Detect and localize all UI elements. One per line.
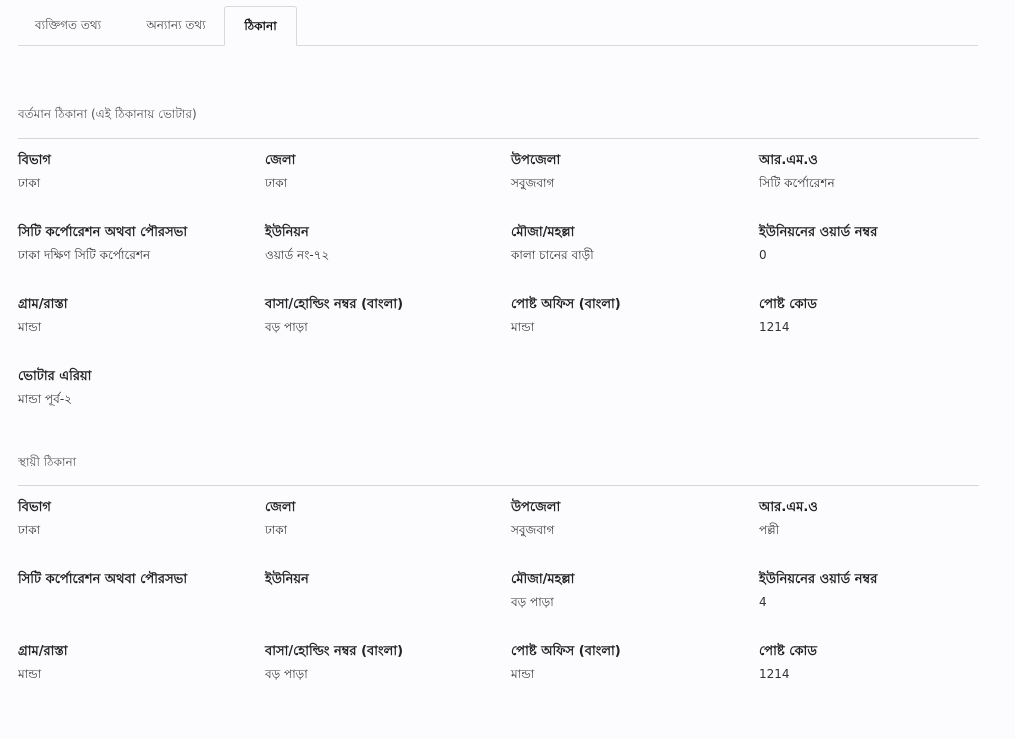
field-label: মৌজা/মহল্লা: [511, 572, 575, 587]
field-value: সবুজবাগ: [511, 176, 555, 190]
field-value: বড় পাড়া: [511, 595, 554, 609]
permanent-holding-field: বাসা/হোল্ডিং নম্বর (বাংলা) বড় পাড়া: [265, 644, 500, 682]
field-value: সিটি কর্পোরেশন: [759, 176, 835, 190]
permanent-division-field: বিভাগ ঢাকা: [18, 500, 253, 538]
field-value: ঢাকা: [18, 176, 41, 190]
field-value: ঢাকা: [265, 523, 288, 537]
field-label: বিভাগ: [18, 500, 51, 515]
permanent-village-field: গ্রাম/রাস্তা মান্ডা: [18, 644, 253, 682]
field-value: পল্লী: [759, 523, 780, 537]
tab-other-info[interactable]: অন্যান্য তথ্য: [126, 6, 226, 45]
present-upazila-field: উপজেলা সবুজবাগ: [511, 153, 746, 191]
field-label: গ্রাম/রাস্তা: [18, 297, 68, 312]
field-label: গ্রাম/রাস্তা: [18, 644, 68, 659]
field-label: আর.এম.ও: [759, 153, 818, 168]
present-rmo-field: আর.এম.ও সিটি কর্পোরেশন: [759, 153, 994, 191]
permanent-mouza-field: মৌজা/মহল্লা বড় পাড়া: [511, 572, 746, 610]
field-value: মান্ডা: [18, 320, 42, 334]
present-post-code-field: পোষ্ট কোড 1214: [759, 297, 994, 335]
tab-personal-info[interactable]: ব্যক্তিগত তথ্য: [18, 6, 118, 45]
field-label: উপজেলা: [511, 500, 561, 515]
present-mouza-field: মৌজা/মহল্লা কালা চানের বাড়ী: [511, 225, 746, 263]
field-value: মান্ডা: [18, 667, 42, 681]
field-value: 0: [759, 248, 767, 262]
field-value: বড় পাড়া: [265, 667, 308, 681]
field-value: [18, 594, 253, 610]
present-address-title: বর্তমান ঠিকানা (এই ঠিকানায় ভোটার): [18, 107, 197, 121]
field-label: পোষ্ট কোড: [759, 644, 817, 659]
present-city-corp-field: সিটি কর্পোরেশন অথবা পৌরসভা ঢাকা দক্ষিণ স…: [18, 225, 253, 263]
field-label: জেলা: [265, 500, 296, 515]
permanent-address-title: স্থায়ী ঠিকানা: [18, 455, 77, 469]
permanent-rmo-field: আর.এম.ও পল্লী: [759, 500, 994, 538]
present-holding-field: বাসা/হোল্ডিং নম্বর (বাংলা) বড় পাড়া: [265, 297, 500, 335]
present-post-office-field: পোষ্ট অফিস (বাংলা) মান্ডা: [511, 297, 746, 335]
field-value: মান্ডা: [511, 320, 535, 334]
field-value: ওয়ার্ড নং-৭২: [265, 248, 330, 262]
field-label: বাসা/হোল্ডিং নম্বর (বাংলা): [265, 297, 404, 312]
present-union-field: ইউনিয়ন ওয়ার্ড নং-৭২: [265, 225, 500, 263]
present-ward-field: ইউনিয়নের ওয়ার্ড নম্বর 0: [759, 225, 994, 263]
tab-bar: ব্যক্তিগত তথ্য অন্যান্য তথ্য ঠিকানা: [18, 6, 978, 46]
field-label: বাসা/হোল্ডিং নম্বর (বাংলা): [265, 644, 404, 659]
field-value: [265, 594, 500, 610]
field-label: বিভাগ: [18, 153, 51, 168]
field-value: ঢাকা: [265, 176, 288, 190]
field-value: 1214: [759, 667, 790, 681]
permanent-address-divider: [18, 485, 979, 486]
field-label: আর.এম.ও: [759, 500, 818, 515]
field-value: সবুজবাগ: [511, 523, 555, 537]
field-label: পোষ্ট কোড: [759, 297, 817, 312]
field-value: 4: [759, 595, 767, 609]
permanent-district-field: জেলা ঢাকা: [265, 500, 500, 538]
present-voter-area-field: ভোটার এরিয়া মান্ডা পূর্ব-২: [18, 369, 253, 407]
field-value: ঢাকা: [18, 523, 41, 537]
field-label: সিটি কর্পোরেশন অথবা পৌরসভা: [18, 572, 188, 587]
field-value: 1214: [759, 320, 790, 334]
field-value: বড় পাড়া: [265, 320, 308, 334]
field-label: পোষ্ট অফিস (বাংলা): [511, 297, 621, 312]
field-value: ঢাকা দক্ষিণ সিটি কর্পোরেশন: [18, 248, 151, 262]
permanent-city-corp-field: সিটি কর্পোরেশন অথবা পৌরসভা: [18, 572, 253, 610]
permanent-post-code-field: পোষ্ট কোড 1214: [759, 644, 994, 682]
permanent-union-field: ইউনিয়ন: [265, 572, 500, 610]
field-label: মৌজা/মহল্লা: [511, 225, 575, 240]
field-value: কালা চানের বাড়ী: [511, 248, 594, 262]
field-label: উপজেলা: [511, 153, 561, 168]
field-label: ইউনিয়নের ওয়ার্ড নম্বর: [759, 225, 878, 240]
permanent-ward-field: ইউনিয়নের ওয়ার্ড নম্বর 4: [759, 572, 994, 610]
field-value: মান্ডা পূর্ব-২: [18, 392, 72, 406]
field-label: ইউনিয়ন: [265, 225, 309, 240]
present-division-field: বিভাগ ঢাকা: [18, 153, 253, 191]
present-district-field: জেলা ঢাকা: [265, 153, 500, 191]
permanent-upazila-field: উপজেলা সবুজবাগ: [511, 500, 746, 538]
field-value: মান্ডা: [511, 667, 535, 681]
tab-address[interactable]: ঠিকানা: [224, 6, 297, 46]
permanent-post-office-field: পোষ্ট অফিস (বাংলা) মান্ডা: [511, 644, 746, 682]
field-label: পোষ্ট অফিস (বাংলা): [511, 644, 621, 659]
field-label: ইউনিয়ন: [265, 572, 309, 587]
field-label: ভোটার এরিয়া: [18, 369, 92, 384]
present-village-field: গ্রাম/রাস্তা মান্ডা: [18, 297, 253, 335]
field-label: জেলা: [265, 153, 296, 168]
field-label: সিটি কর্পোরেশন অথবা পৌরসভা: [18, 225, 188, 240]
present-address-divider: [18, 138, 979, 139]
field-label: ইউনিয়নের ওয়ার্ড নম্বর: [759, 572, 878, 587]
